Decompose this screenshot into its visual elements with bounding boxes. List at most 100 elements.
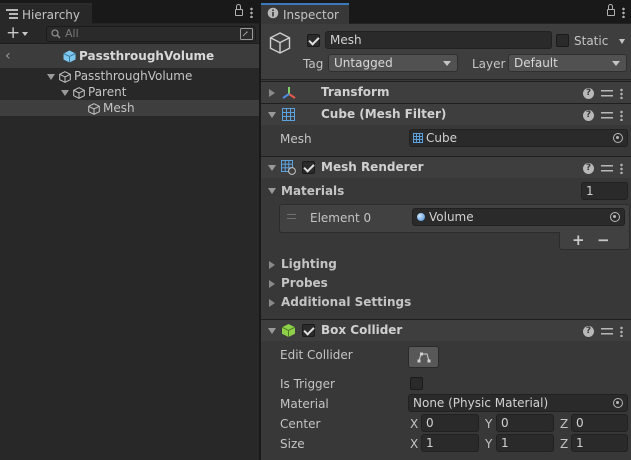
size-label: Size bbox=[280, 437, 305, 451]
help-icon[interactable]: ? bbox=[583, 87, 594, 99]
help-icon[interactable]: ? bbox=[583, 325, 594, 337]
component-boxcollider-header[interactable]: Box Collider ? bbox=[261, 319, 631, 341]
hierarchy-panel: Hierarchy + All ‹ PassthroughVolume Pass… bbox=[0, 0, 259, 460]
help-icon[interactable]: ? bbox=[583, 162, 594, 174]
search-icon bbox=[51, 29, 61, 39]
expand-arrow-icon[interactable] bbox=[269, 260, 275, 269]
mesh-grid-icon bbox=[282, 108, 295, 121]
component-actions: ? bbox=[583, 82, 623, 103]
active-checkbox[interactable] bbox=[307, 34, 320, 47]
component-meshrenderer-header[interactable]: Mesh Renderer ? bbox=[261, 156, 631, 178]
lock-icon[interactable] bbox=[234, 4, 243, 16]
collapse-arrow-icon[interactable] bbox=[268, 165, 276, 171]
component-title: Mesh Renderer bbox=[321, 160, 424, 174]
is-trigger-checkbox[interactable] bbox=[410, 377, 423, 390]
hierarchy-item-parent[interactable]: Parent bbox=[0, 84, 259, 100]
component-meshfilter-header[interactable]: Cube (Mesh Filter) ? bbox=[261, 103, 631, 125]
component-actions: ? bbox=[583, 104, 623, 125]
static-label: Static bbox=[574, 34, 609, 48]
presets-icon[interactable] bbox=[601, 326, 613, 336]
lock-icon[interactable] bbox=[606, 4, 615, 16]
component-menu-icon[interactable] bbox=[620, 162, 623, 174]
physic-material-value: None (Physic Material) bbox=[413, 396, 549, 410]
center-z-input[interactable]: 0 bbox=[571, 414, 628, 432]
mesh-object-field[interactable]: Cube bbox=[409, 129, 628, 147]
inspector-tab-icons bbox=[606, 4, 625, 18]
component-enabled-checkbox[interactable] bbox=[302, 324, 315, 337]
component-transform-header[interactable]: Transform ? bbox=[261, 81, 631, 103]
center-x-input[interactable]: 0 bbox=[421, 414, 479, 432]
size-x-input[interactable]: 1 bbox=[421, 434, 479, 452]
presets-icon[interactable] bbox=[601, 88, 613, 98]
probes-foldout[interactable]: Probes bbox=[269, 275, 328, 291]
center-y-input[interactable]: 0 bbox=[496, 414, 554, 432]
edit-collider-button[interactable] bbox=[408, 346, 439, 368]
hierarchy-item-mesh[interactable]: Mesh bbox=[0, 100, 259, 116]
lighting-label: Lighting bbox=[281, 257, 337, 271]
materials-row[interactable]: Materials 1 bbox=[261, 180, 631, 202]
presets-icon[interactable] bbox=[601, 110, 613, 120]
search-input[interactable]: All bbox=[46, 26, 256, 42]
object-picker-icon[interactable] bbox=[613, 133, 623, 143]
search-filter-icon[interactable] bbox=[240, 28, 253, 40]
collapse-arrow-icon[interactable] bbox=[268, 112, 276, 118]
box-collider-icon bbox=[281, 324, 296, 337]
add-dropdown-icon[interactable] bbox=[22, 32, 28, 36]
material-object-field[interactable]: Volume bbox=[412, 208, 625, 226]
additional-settings-foldout[interactable]: Additional Settings bbox=[269, 294, 411, 310]
size-z-label: Z bbox=[560, 437, 569, 451]
scene-header[interactable]: ‹ PassthroughVolume bbox=[0, 44, 259, 68]
hierarchy-item-label: Parent bbox=[88, 85, 127, 99]
element-label: Element 0 bbox=[310, 211, 372, 225]
static-dropdown-icon[interactable] bbox=[619, 39, 625, 44]
more-menu-icon[interactable] bbox=[622, 6, 625, 18]
materials-count-input[interactable]: 1 bbox=[581, 182, 628, 200]
physic-material-field[interactable]: None (Physic Material) bbox=[408, 394, 628, 412]
size-y-label: Y bbox=[485, 437, 493, 451]
collapse-arrow-icon[interactable] bbox=[269, 88, 275, 97]
expand-arrow-icon[interactable] bbox=[269, 279, 275, 288]
mesh-label: Mesh bbox=[280, 132, 312, 146]
object-picker-icon[interactable] bbox=[610, 212, 620, 222]
tab-hierarchy-label: Hierarchy bbox=[22, 8, 81, 22]
expand-arrow-icon[interactable] bbox=[269, 298, 275, 307]
component-enabled-checkbox[interactable] bbox=[302, 161, 315, 174]
probes-label: Probes bbox=[281, 276, 328, 290]
object-picker-icon[interactable] bbox=[613, 398, 623, 408]
object-name-input[interactable]: Mesh bbox=[325, 31, 552, 49]
presets-icon[interactable] bbox=[601, 163, 613, 173]
center-z-label: Z bbox=[560, 417, 569, 431]
size-z-input[interactable]: 1 bbox=[571, 434, 628, 452]
add-button[interactable]: + bbox=[6, 24, 20, 42]
component-menu-icon[interactable] bbox=[620, 325, 623, 337]
add-element-button[interactable]: + bbox=[572, 231, 585, 249]
edit-shape-icon bbox=[417, 352, 431, 363]
expand-arrow-icon[interactable] bbox=[47, 73, 55, 80]
component-menu-icon[interactable] bbox=[620, 109, 623, 121]
drag-handle-icon[interactable] bbox=[287, 214, 296, 219]
size-y-input[interactable]: 1 bbox=[496, 434, 554, 452]
collapse-arrow-icon[interactable] bbox=[268, 328, 276, 334]
material-value: Volume bbox=[429, 210, 474, 224]
materials-expand-icon[interactable] bbox=[268, 188, 276, 194]
remove-element-button[interactable]: − bbox=[597, 231, 610, 249]
gameobject-cube-icon bbox=[88, 102, 100, 115]
tag-dropdown[interactable]: Untagged bbox=[328, 54, 458, 72]
info-icon bbox=[267, 5, 279, 26]
object-header: Mesh Static Tag Untagged Layer Default bbox=[261, 24, 631, 80]
material-label: Material bbox=[280, 397, 329, 411]
help-icon[interactable]: ? bbox=[583, 109, 594, 121]
tab-hierarchy[interactable]: Hierarchy bbox=[0, 3, 92, 24]
center-x-label: X bbox=[410, 417, 419, 431]
lighting-foldout[interactable]: Lighting bbox=[269, 256, 337, 272]
static-checkbox[interactable] bbox=[556, 34, 569, 47]
layer-dropdown[interactable]: Default bbox=[508, 54, 627, 72]
tab-inspector[interactable]: Inspector bbox=[261, 3, 349, 24]
more-menu-icon[interactable] bbox=[250, 6, 253, 18]
additional-settings-label: Additional Settings bbox=[281, 295, 412, 309]
component-menu-icon[interactable] bbox=[620, 87, 623, 99]
back-arrow-icon[interactable]: ‹ bbox=[5, 44, 11, 68]
expand-arrow-icon[interactable] bbox=[61, 89, 69, 96]
hierarchy-item-passthroughvolume[interactable]: PassthroughVolume bbox=[0, 68, 259, 84]
component-title: Box Collider bbox=[321, 323, 403, 337]
